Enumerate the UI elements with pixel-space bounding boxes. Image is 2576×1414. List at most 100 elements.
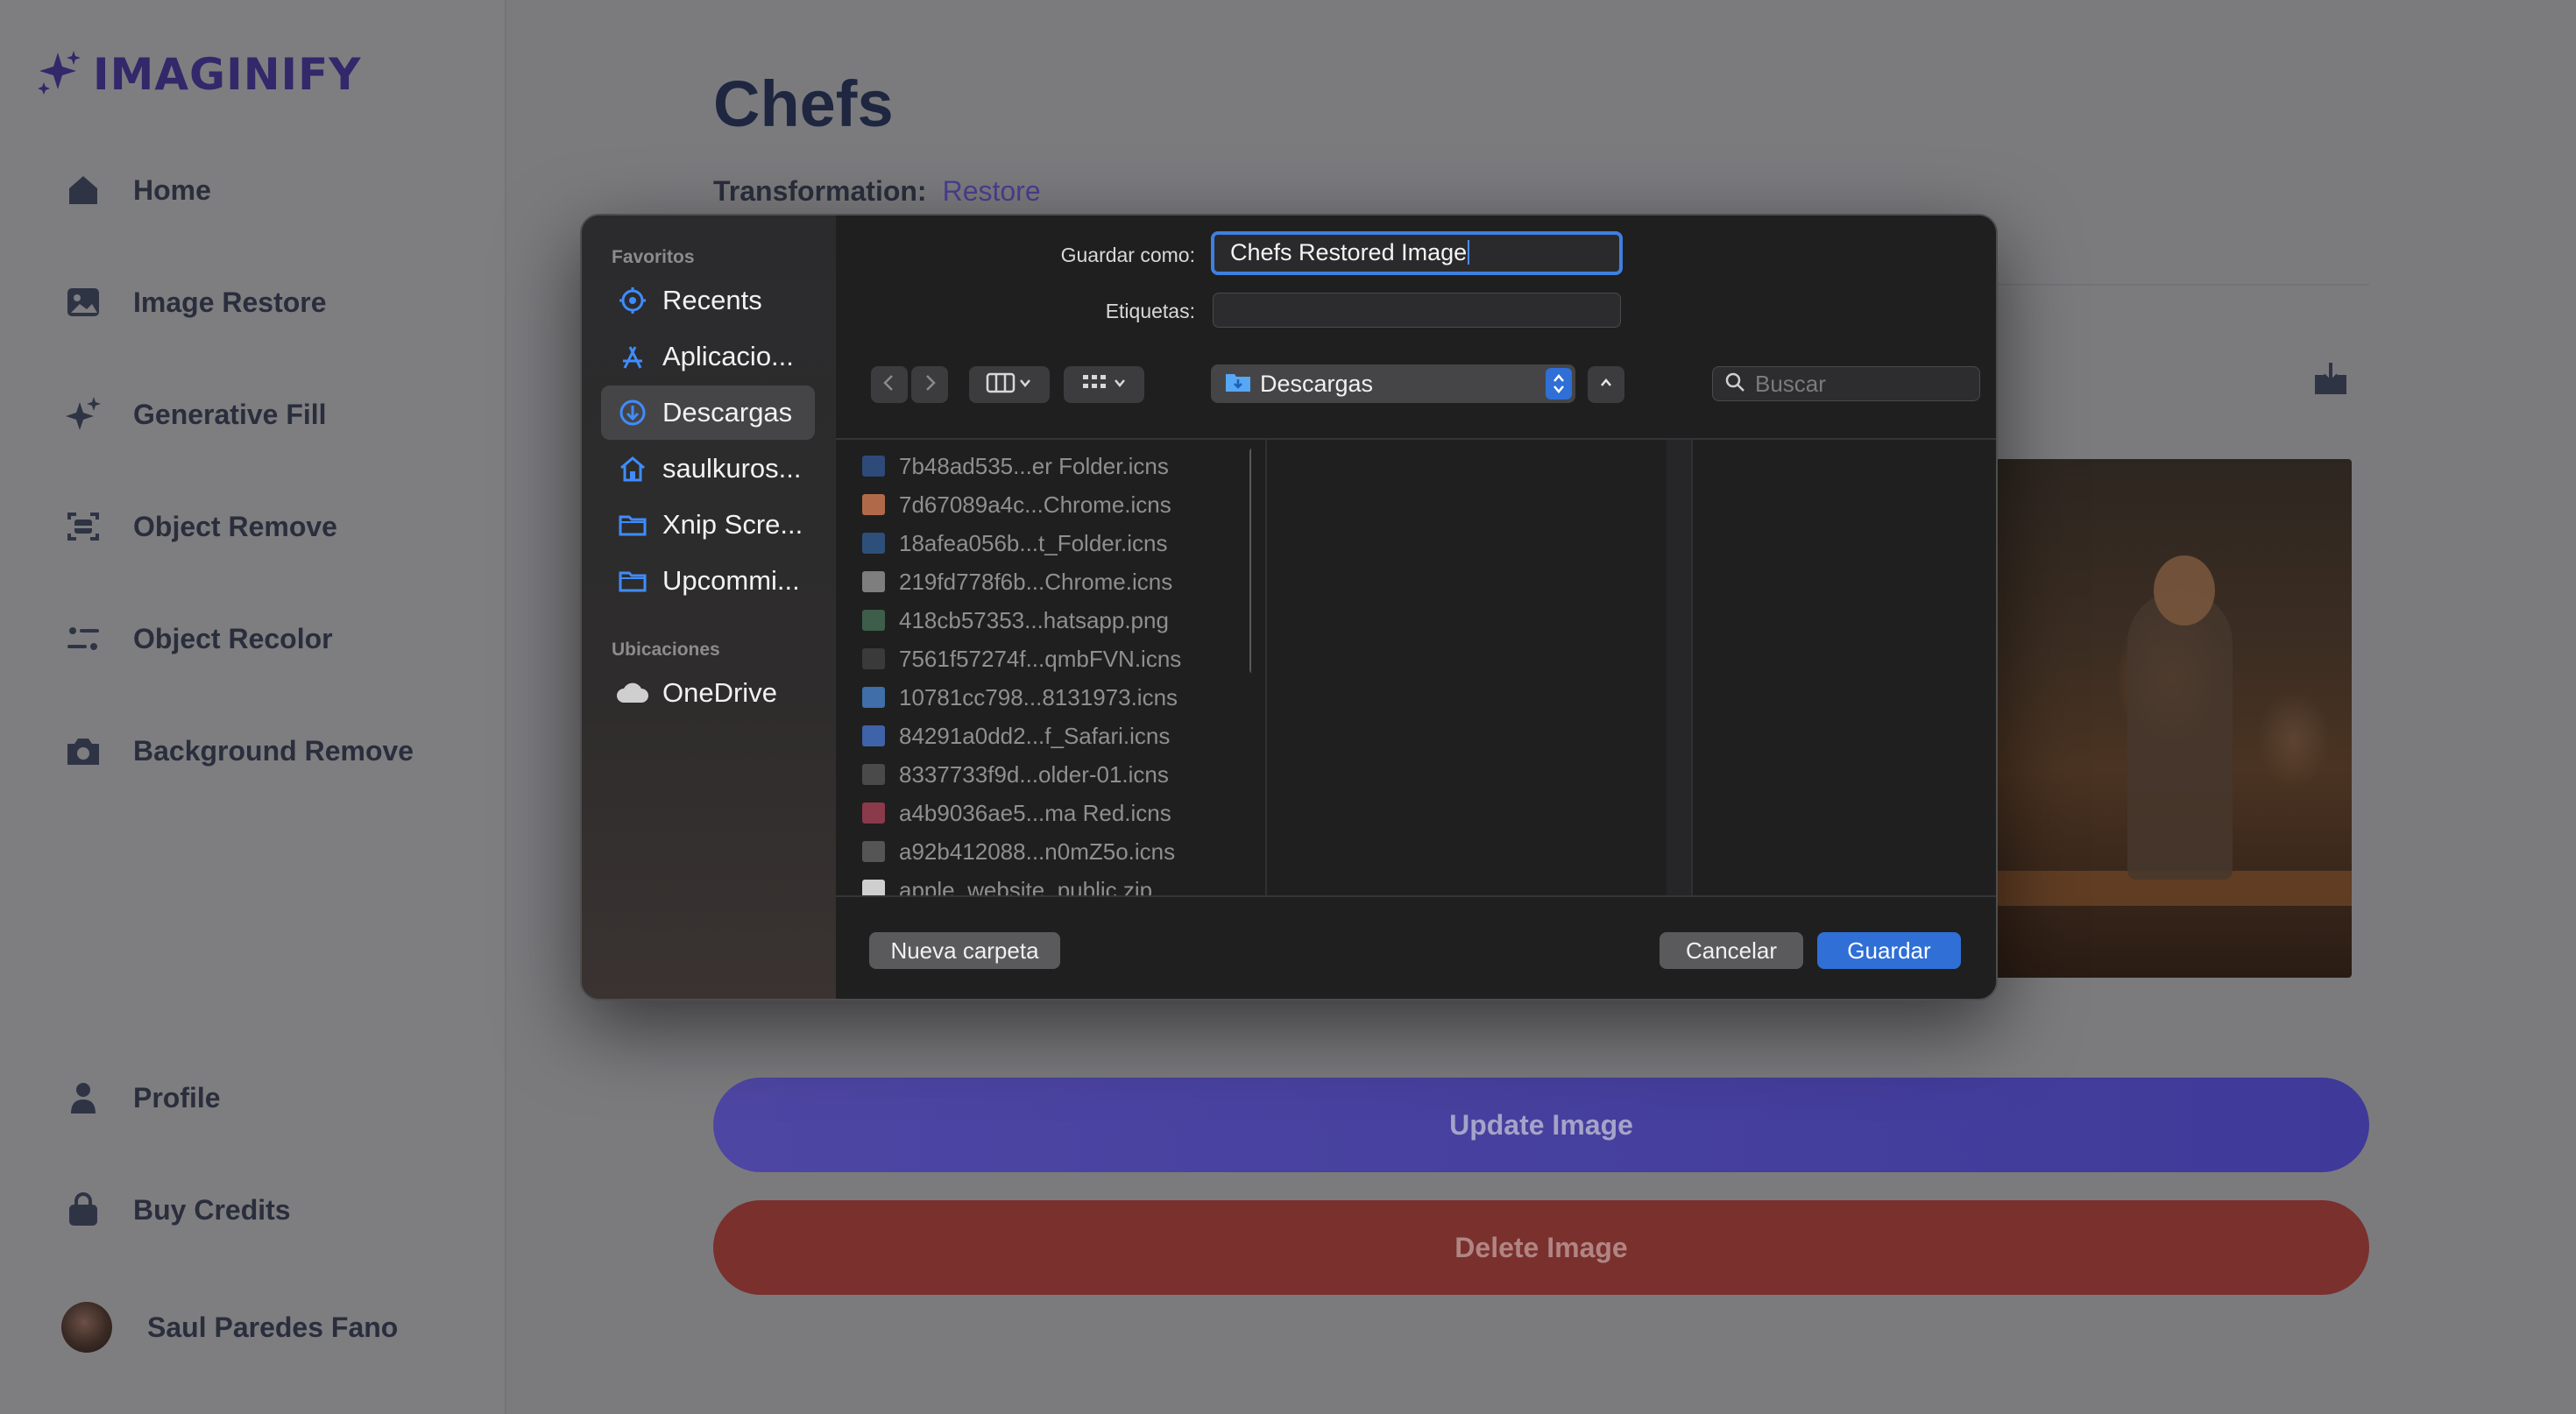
sidebar-item-label: saulkuros... [662, 453, 802, 484]
sparkle-logo-icon [35, 47, 84, 101]
save-dialog: Favoritos Recents Aplicacio... Descargas… [580, 214, 1998, 1000]
expand-collapse-button[interactable] [1588, 366, 1624, 403]
file-name: 7b48ad535...er Folder.icns [899, 452, 1169, 479]
save-as-label: Guardar como: [1060, 244, 1195, 266]
logo[interactable]: IMAGINIFY [35, 47, 362, 101]
search-field[interactable] [1712, 366, 1980, 401]
location-label: Descargas [1260, 370, 1374, 397]
sidebar-item-label: OneDrive [662, 677, 777, 708]
file-row[interactable]: 8337733f9d...older-01.icns [862, 755, 1169, 794]
location-popup[interactable]: Descargas [1211, 364, 1575, 403]
home-icon [63, 170, 103, 210]
sidebar-item-home[interactable]: saulkuros... [601, 442, 815, 496]
sidebar: IMAGINIFY Home Image Restore Generative … [0, 0, 506, 1414]
column-view-button[interactable] [969, 366, 1050, 403]
nav-item-object-recolor[interactable]: Object Recolor [63, 608, 333, 669]
nav-label: Home [133, 173, 211, 206]
group-view-button[interactable] [1064, 366, 1144, 403]
updown-chevron-icon [1546, 368, 1572, 399]
file-row[interactable]: apple_website_public.zip [862, 871, 1152, 895]
file-row[interactable]: 84291a0dd2...f_Safari.icns [862, 717, 1170, 755]
nav-item-object-remove[interactable]: Object Remove [63, 496, 337, 557]
file-name: 8337733f9d...older-01.icns [899, 760, 1169, 788]
chevron-down-icon [1112, 375, 1128, 395]
scan-icon [63, 506, 103, 547]
columns-icon [986, 371, 1017, 399]
file-icon [862, 841, 885, 862]
file-icon [862, 571, 885, 592]
nav-label: Background Remove [133, 734, 414, 767]
sidebar-item-label: Xnip Scre... [662, 509, 803, 540]
update-image-button[interactable]: Update Image [713, 1078, 2369, 1172]
apps-icon [615, 339, 650, 374]
filter-icon [63, 619, 103, 659]
file-row[interactable]: 7b48ad535...er Folder.icns [862, 447, 1169, 485]
nav-item-image-restore[interactable]: Image Restore [63, 272, 327, 333]
file-row[interactable]: 418cb57353...hatsapp.png [862, 601, 1169, 640]
folder-icon [615, 507, 650, 542]
user-name: Saul Paredes Fano [147, 1311, 399, 1343]
file-row[interactable]: 10781cc798...8131973.icns [862, 678, 1178, 717]
scrollbar-thumb[interactable] [1249, 447, 1251, 675]
file-icon [862, 456, 885, 477]
transformation-value: Restore [942, 175, 1041, 207]
sidebar-item-onedrive[interactable]: OneDrive [601, 666, 815, 720]
nav-item-buy-credits[interactable]: Buy Credits [63, 1179, 291, 1241]
file-row[interactable]: 18afea056b...t_Folder.icns [862, 524, 1167, 562]
nav-item-profile[interactable]: Profile [63, 1067, 221, 1128]
dialog-sidebar: Favoritos Recents Aplicacio... Descargas… [582, 216, 836, 999]
avatar [61, 1302, 112, 1353]
sidebar-item-applications[interactable]: Aplicacio... [601, 329, 815, 384]
sidebar-item-xnip[interactable]: Xnip Scre... [601, 498, 815, 552]
cancel-button[interactable]: Cancelar [1660, 932, 1803, 969]
chevron-right-icon [921, 372, 938, 398]
file-row[interactable]: a92b412088...n0mZ5o.icns [862, 832, 1175, 871]
camera-icon [63, 731, 103, 771]
bag-icon [63, 1190, 103, 1230]
sidebar-item-label: Aplicacio... [662, 341, 794, 371]
nav-label: Object Remove [133, 510, 337, 542]
download-icon [2311, 363, 2350, 401]
house-icon [615, 451, 650, 486]
image-icon [63, 282, 103, 322]
column-divider[interactable] [1691, 440, 1693, 895]
column-divider[interactable] [1265, 440, 1267, 895]
file-name: 84291a0dd2...f_Safari.icns [899, 722, 1171, 749]
chevron-up-icon [1597, 374, 1615, 396]
file-name: 10781cc798...8131973.icns [899, 683, 1178, 711]
file-row[interactable]: 7d67089a4c...Chrome.icns [862, 485, 1171, 524]
new-folder-button[interactable]: Nueva carpeta [869, 932, 1060, 969]
nav-item-generative-fill[interactable]: Generative Fill [63, 384, 327, 445]
save-as-field[interactable]: Chefs Restored Image [1211, 231, 1623, 275]
tags-field[interactable] [1213, 293, 1621, 328]
search-input[interactable] [1755, 370, 1965, 398]
download-button[interactable] [2311, 359, 2350, 398]
file-name: 7561f57274f...qmbFVN.icns [899, 645, 1182, 672]
save-as-value: Chefs Restored Image [1230, 239, 1468, 265]
image-detail [2154, 555, 2215, 626]
file-row[interactable]: a4b9036ae5...ma Red.icns [862, 794, 1171, 832]
back-button[interactable] [871, 366, 908, 403]
column-scrollbar[interactable] [1667, 440, 1691, 895]
nav-item-background-remove[interactable]: Background Remove [63, 720, 414, 781]
nav-item-home[interactable]: Home [63, 159, 211, 221]
file-icon [862, 687, 885, 708]
file-icon [862, 802, 885, 824]
sidebar-item-upcomming[interactable]: Upcommi... [601, 554, 815, 608]
sidebar-item-label: Descargas [662, 397, 793, 428]
file-name: 418cb57353...hatsapp.png [899, 606, 1169, 633]
file-icon [862, 494, 885, 515]
file-icon [862, 880, 885, 895]
file-row[interactable]: 219fd778f6b...Chrome.icns [862, 562, 1172, 601]
user-profile-link[interactable]: Saul Paredes Fano [61, 1297, 398, 1358]
save-button[interactable]: Guardar [1817, 932, 1961, 969]
chevron-down-icon [1017, 375, 1033, 395]
forward-button[interactable] [911, 366, 948, 403]
file-row[interactable]: 7561f57274f...qmbFVN.icns [862, 640, 1181, 678]
sidebar-item-recents[interactable]: Recents [601, 273, 815, 328]
sidebar-item-downloads[interactable]: Descargas [601, 385, 815, 440]
file-list[interactable]: 7b48ad535...er Folder.icns 7d67089a4c...… [836, 440, 1251, 895]
profile-icon [63, 1078, 103, 1118]
delete-image-button[interactable]: Delete Image [713, 1200, 2369, 1295]
folder-icon [1225, 371, 1251, 398]
